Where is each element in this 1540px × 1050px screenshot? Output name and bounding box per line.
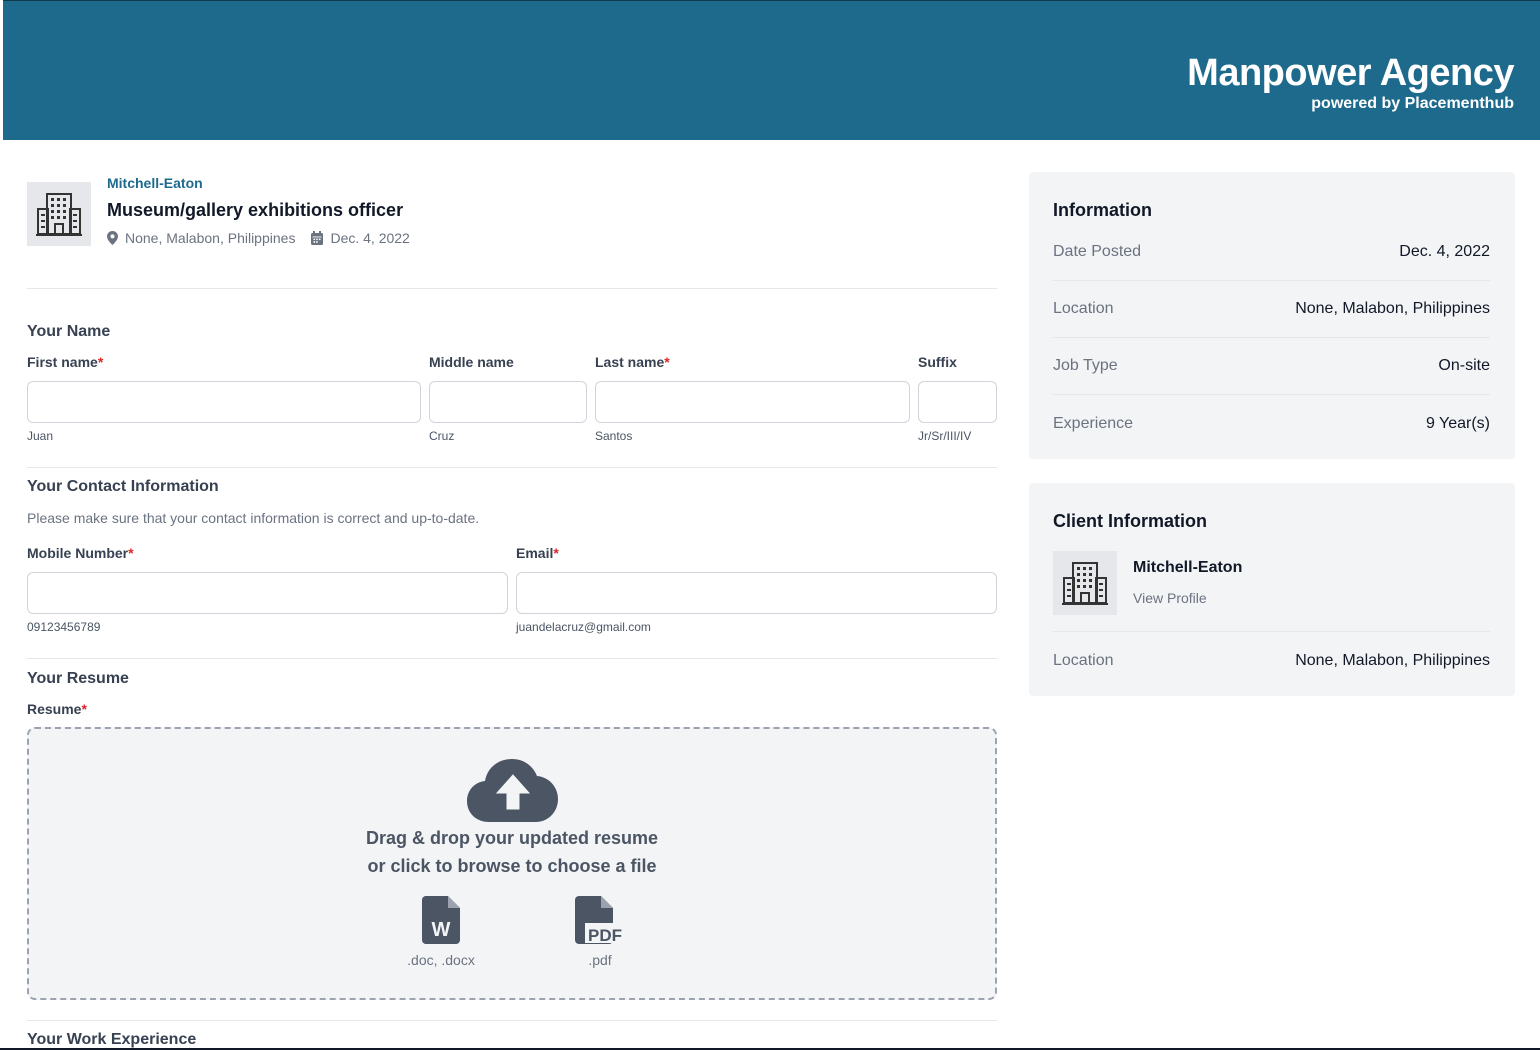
client-location-value: None, Malabon, Philippines bbox=[1295, 651, 1490, 669]
client-location-row: Location None, Malabon, Philippines bbox=[1053, 632, 1490, 689]
doc-filetype-label: .doc, .docx bbox=[407, 952, 475, 968]
email-input[interactable] bbox=[516, 572, 997, 614]
pdf-file-icon: PDF bbox=[575, 896, 625, 944]
dropzone-line-1: Drag & drop your updated resume bbox=[365, 828, 659, 848]
middle-name-input[interactable] bbox=[429, 381, 587, 423]
brand-title: Manpower Agency bbox=[1187, 52, 1514, 94]
last-name-label: Last name* bbox=[595, 354, 670, 370]
middle-name-hint: Cruz bbox=[429, 429, 455, 443]
email-label: Email* bbox=[516, 545, 559, 561]
building-icon bbox=[1062, 562, 1108, 605]
resume-label: Resume* bbox=[27, 701, 87, 717]
word-file-icon: W bbox=[422, 896, 460, 944]
company-logo bbox=[27, 182, 91, 246]
client-logo bbox=[1053, 551, 1117, 615]
map-pin-icon bbox=[107, 231, 118, 245]
info-row-label: Date Posted bbox=[1053, 243, 1142, 260]
job-date: Dec. 4, 2022 bbox=[330, 230, 410, 246]
doc-filetype: W .doc, .docx bbox=[391, 896, 491, 968]
brand[interactable]: Manpower Agency powered by Placementhub bbox=[1187, 51, 1514, 113]
required-mark: * bbox=[128, 545, 134, 561]
info-row-location: Location None, Malabon, Philippines bbox=[1053, 281, 1490, 338]
name-section-title: Your Name bbox=[27, 323, 111, 340]
contact-section-description: Please make sure that your contact infor… bbox=[27, 510, 480, 526]
client-card-title: Client Information bbox=[1053, 511, 1207, 531]
company-link[interactable]: Mitchell-Eaton bbox=[107, 175, 203, 191]
last-name-label-text: Last name bbox=[595, 354, 665, 370]
required-mark: * bbox=[664, 354, 670, 370]
pdf-icon-text: PDF bbox=[588, 926, 622, 944]
info-row-label: Job Type bbox=[1053, 357, 1118, 374]
info-row-experience: Experience 9 Year(s) bbox=[1053, 395, 1490, 452]
resume-section-title: Your Resume bbox=[27, 670, 129, 687]
mobile-label: Mobile Number* bbox=[27, 545, 134, 561]
divider bbox=[27, 658, 997, 659]
mobile-input[interactable] bbox=[27, 572, 508, 614]
required-mark: * bbox=[553, 545, 559, 561]
client-location-label: Location bbox=[1053, 651, 1114, 669]
job-title: Museum/gallery exhibitions officer bbox=[107, 200, 404, 220]
cloud-upload-icon bbox=[467, 757, 559, 828]
first-name-label: First name* bbox=[27, 354, 103, 370]
info-row-value: None, Malabon, Philippines bbox=[1295, 300, 1490, 317]
contact-section: Your Contact Information Please make sur… bbox=[27, 478, 997, 638]
building-icon bbox=[36, 193, 82, 236]
information-card: Information Date Posted Dec. 4, 2022 Loc… bbox=[1029, 172, 1515, 459]
name-section: Your Name First name* Juan Middle name C… bbox=[27, 323, 997, 483]
resume-dropzone[interactable]: Drag & drop your updated resume or click… bbox=[27, 727, 997, 1000]
job-header: Mitchell-Eaton Museum/gallery exhibition… bbox=[27, 140, 997, 289]
email-label-text: Email bbox=[516, 545, 554, 561]
info-row-label: Location bbox=[1053, 300, 1114, 317]
middle-name-label: Middle name bbox=[429, 354, 514, 370]
information-card-title: Information bbox=[1053, 200, 1152, 220]
email-hint: juandelacruz@gmail.com bbox=[516, 620, 651, 634]
client-name: Mitchell-Eaton bbox=[1133, 559, 1243, 576]
resume-label-text: Resume bbox=[27, 701, 82, 717]
brand-subtitle: powered by Placementhub bbox=[1311, 95, 1514, 112]
required-mark: * bbox=[81, 701, 87, 717]
last-name-hint: Santos bbox=[595, 429, 633, 443]
last-name-input[interactable] bbox=[595, 381, 910, 423]
suffix-label: Suffix bbox=[918, 354, 957, 370]
info-row-value: 9 Year(s) bbox=[1425, 414, 1490, 432]
application-form: Mitchell-Eaton Museum/gallery exhibition… bbox=[27, 140, 997, 1048]
client-information-card: Client Information Mitchell-Eaton View P… bbox=[1029, 483, 1515, 696]
divider bbox=[27, 1020, 997, 1021]
first-name-label-text: First name bbox=[27, 354, 98, 370]
view-profile-link[interactable]: View Profile bbox=[1133, 590, 1207, 606]
first-name-input[interactable] bbox=[27, 381, 421, 423]
required-mark: * bbox=[97, 354, 104, 370]
contact-section-title: Your Contact Information bbox=[27, 478, 219, 495]
top-header: Manpower Agency powered by Placementhub bbox=[3, 0, 1540, 140]
mobile-label-text: Mobile Number bbox=[27, 545, 129, 561]
divider bbox=[27, 467, 997, 468]
info-row-value: On-site bbox=[1438, 357, 1490, 374]
info-row-job-type: Job Type On-site bbox=[1053, 338, 1490, 395]
word-icon-letter: W bbox=[432, 919, 451, 941]
job-location: None, Malabon, Philippines bbox=[125, 230, 296, 246]
mobile-hint: 09123456789 bbox=[27, 620, 101, 634]
work-section-title: Your Work Experience bbox=[27, 1031, 197, 1048]
info-row-value: Dec. 4, 2022 bbox=[1399, 243, 1490, 260]
suffix-input[interactable] bbox=[918, 381, 997, 423]
suffix-hint: Jr/Sr/III/IV bbox=[918, 429, 972, 443]
dropzone-line-2: or click to browse to choose a file bbox=[367, 856, 657, 876]
info-row-label: Experience bbox=[1053, 414, 1134, 432]
pdf-filetype-label: .pdf bbox=[588, 952, 612, 968]
pdf-filetype: PDF .pdf bbox=[550, 896, 650, 968]
info-row-date-posted: Date Posted Dec. 4, 2022 bbox=[1053, 224, 1490, 281]
first-name-hint: Juan bbox=[27, 429, 54, 443]
job-meta: None, Malabon, Philippines Dec. 4, 2022 bbox=[107, 230, 410, 246]
calendar-icon bbox=[311, 231, 324, 245]
